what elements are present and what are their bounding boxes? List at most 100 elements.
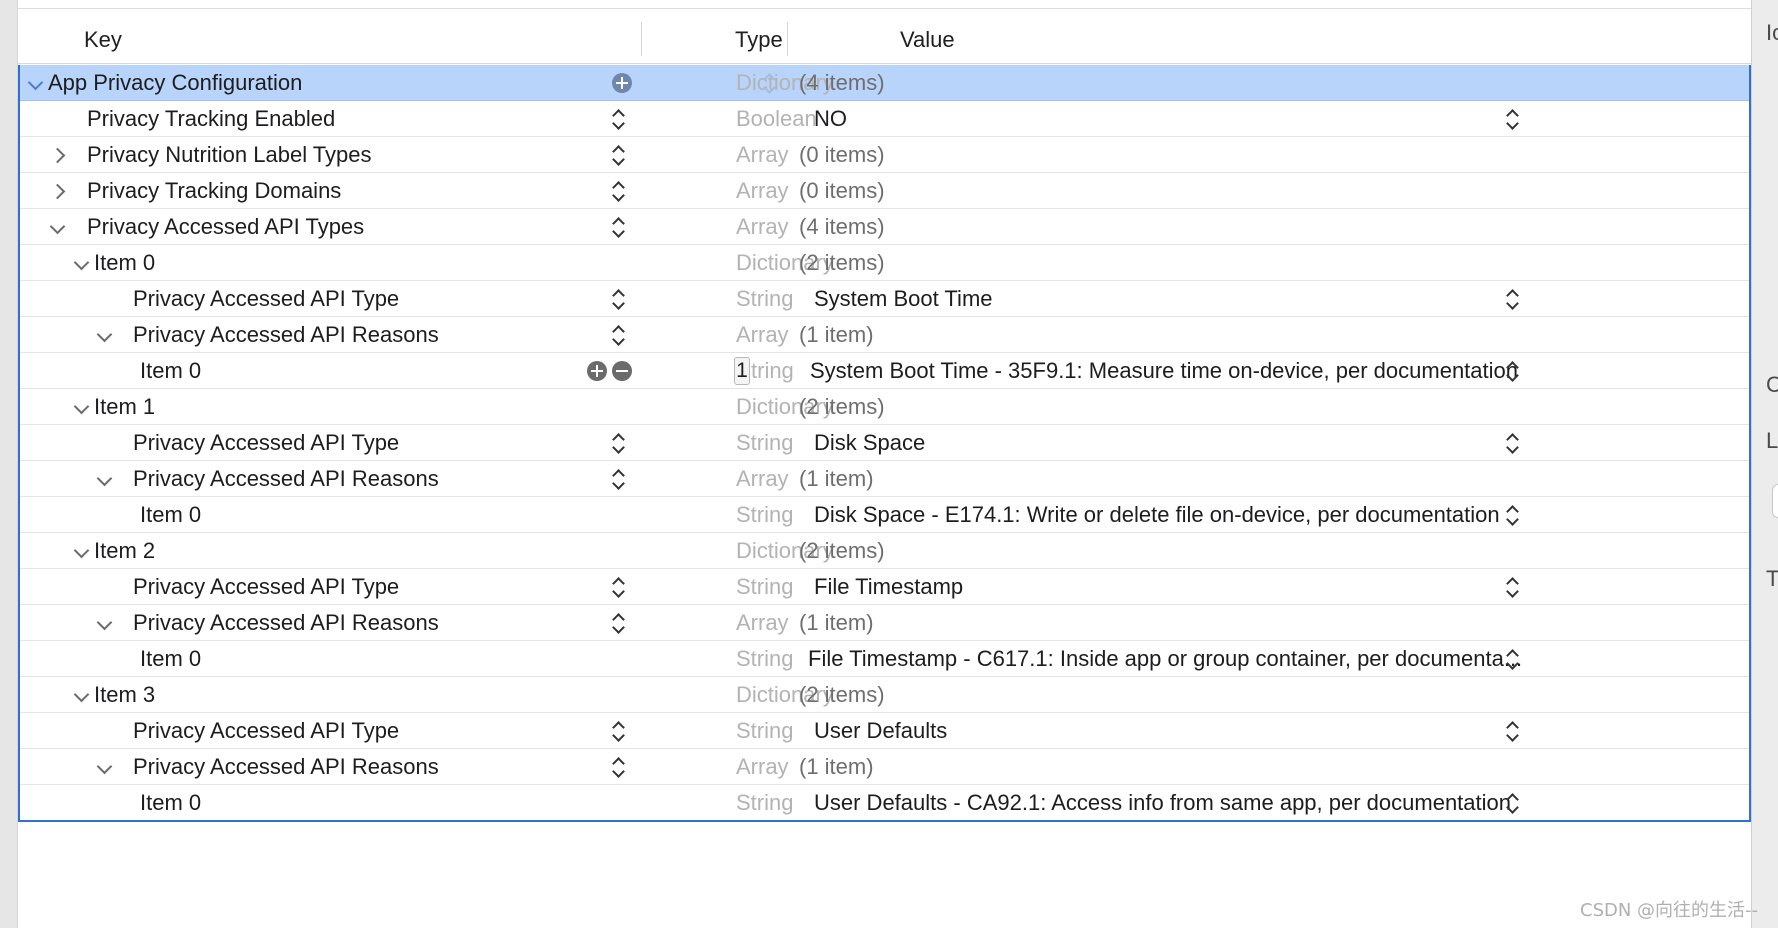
- key-stepper-icon[interactable]: [610, 432, 628, 454]
- type-edit-cursor[interactable]: 1: [734, 357, 750, 385]
- disclosure-chevron-right-icon[interactable]: [50, 137, 70, 173]
- disclosure-chevron-right-icon[interactable]: [50, 173, 70, 209]
- value-stepper-icon[interactable]: [1504, 360, 1522, 382]
- disclosure-chevron-down-icon[interactable]: [95, 461, 115, 497]
- row-type[interactable]: tring: [751, 353, 794, 389]
- row-value: (1 item): [799, 754, 874, 779]
- disclosure-chevron-down-icon[interactable]: [26, 65, 46, 101]
- header-separator[interactable]: [641, 22, 642, 56]
- top-border: [18, 8, 1751, 9]
- row-key: Privacy Tracking Domains: [87, 178, 342, 203]
- inspector-field[interactable]: [1772, 484, 1778, 518]
- table-row[interactable]: Privacy Accessed API Type String User De…: [20, 713, 1749, 749]
- key-stepper-icon[interactable]: [610, 108, 628, 130]
- value-stepper-icon[interactable]: [1504, 720, 1522, 742]
- row-value[interactable]: NO: [814, 101, 847, 137]
- row-type[interactable]: Array: [736, 209, 789, 245]
- row-type[interactable]: Array: [736, 137, 789, 173]
- key-stepper-icon[interactable]: [610, 576, 628, 598]
- row-key: Privacy Nutrition Label Types: [87, 142, 372, 167]
- plist-editor: Key Type Value App Privacy Configuration…: [18, 0, 1751, 928]
- key-stepper-icon[interactable]: [610, 144, 628, 166]
- key-stepper-icon[interactable]: [610, 216, 628, 238]
- header-value[interactable]: Value: [900, 16, 955, 64]
- value-stepper-icon[interactable]: [1504, 108, 1522, 130]
- header-separator[interactable]: [787, 22, 788, 56]
- table-row[interactable]: App Privacy Configuration Dictionary (4 …: [20, 65, 1749, 101]
- disclosure-chevron-down-icon[interactable]: [72, 245, 92, 281]
- inspector-label: T: [1766, 566, 1778, 591]
- table-row[interactable]: Item 0 String File Timestamp - C617.1: I…: [20, 641, 1749, 677]
- disclosure-chevron-down-icon[interactable]: [72, 533, 92, 569]
- disclosure-chevron-down-icon[interactable]: [95, 749, 115, 785]
- row-value[interactable]: System Boot Time - 35F9.1: Measure time …: [810, 353, 1518, 389]
- row-type[interactable]: Boolean: [736, 101, 817, 137]
- table-row[interactable]: Privacy Accessed API Type String System …: [20, 281, 1749, 317]
- disclosure-chevron-down-icon[interactable]: [48, 209, 68, 245]
- table-row[interactable]: Privacy Accessed API Reasons Array (1 it…: [20, 605, 1749, 641]
- row-type[interactable]: Array: [736, 173, 789, 209]
- table-row[interactable]: Privacy Accessed API Reasons Array (1 it…: [20, 461, 1749, 497]
- table-row[interactable]: Privacy Tracking Domains Array (0 items): [20, 173, 1749, 209]
- row-type[interactable]: String: [736, 569, 793, 605]
- table-row[interactable]: Privacy Tracking Enabled Boolean NO: [20, 101, 1749, 137]
- value-stepper-icon[interactable]: [1504, 576, 1522, 598]
- row-type[interactable]: String: [736, 425, 793, 461]
- value-stepper-icon[interactable]: [1504, 792, 1522, 814]
- key-stepper-icon[interactable]: [610, 180, 628, 202]
- row-type[interactable]: String: [736, 785, 793, 821]
- disclosure-chevron-down-icon[interactable]: [95, 317, 115, 353]
- row-key: Item 3: [94, 682, 156, 707]
- add-row-button[interactable]: [587, 361, 607, 381]
- disclosure-chevron-down-icon[interactable]: [72, 677, 92, 713]
- table-row[interactable]: Item 0 String Disk Space - E174.1: Write…: [20, 497, 1749, 533]
- table-row[interactable]: Item 1 Dictionary (2 items): [20, 389, 1749, 425]
- value-stepper-icon[interactable]: [1504, 648, 1522, 670]
- row-value[interactable]: Disk Space - E174.1: Write or delete fil…: [814, 497, 1500, 533]
- table-row[interactable]: Privacy Accessed API Type String File Ti…: [20, 569, 1749, 605]
- row-value[interactable]: File Timestamp - C617.1: Inside app or g…: [808, 641, 1522, 677]
- disclosure-chevron-down-icon[interactable]: [72, 389, 92, 425]
- key-stepper-icon[interactable]: [610, 612, 628, 634]
- row-key: Privacy Tracking Enabled: [87, 106, 336, 131]
- table-row[interactable]: Privacy Accessed API Reasons Array (1 it…: [20, 749, 1749, 785]
- value-stepper-icon[interactable]: [1504, 504, 1522, 526]
- row-type[interactable]: String: [736, 497, 793, 533]
- row-value[interactable]: User Defaults: [814, 713, 947, 749]
- table-row[interactable]: Item 2 Dictionary (2 items): [20, 533, 1749, 569]
- key-stepper-icon[interactable]: [610, 756, 628, 778]
- row-value[interactable]: File Timestamp: [814, 569, 963, 605]
- header-key[interactable]: Key: [84, 16, 122, 64]
- value-stepper-icon[interactable]: [1504, 288, 1522, 310]
- key-stepper-icon[interactable]: [610, 468, 628, 490]
- add-row-button[interactable]: [612, 73, 632, 93]
- key-stepper-icon[interactable]: [610, 324, 628, 346]
- row-type[interactable]: String: [736, 713, 793, 749]
- table-row[interactable]: Item 0 Dictionary (2 items): [20, 245, 1749, 281]
- key-stepper-icon[interactable]: [610, 720, 628, 742]
- key-stepper-icon[interactable]: [610, 288, 628, 310]
- row-value[interactable]: Disk Space: [814, 425, 925, 461]
- property-list-table: App Privacy Configuration Dictionary (4 …: [18, 65, 1751, 822]
- table-row[interactable]: Privacy Nutrition Label Types Array (0 i…: [20, 137, 1749, 173]
- table-row[interactable]: Privacy Accessed API Reasons Array (1 it…: [20, 317, 1749, 353]
- table-row[interactable]: Item 0 String User Defaults - CA92.1: Ac…: [20, 785, 1749, 821]
- value-stepper-icon[interactable]: [1504, 432, 1522, 454]
- table-row[interactable]: Privacy Accessed API Types Array (4 item…: [20, 209, 1749, 245]
- row-type[interactable]: Array: [736, 317, 789, 353]
- table-row[interactable]: Item 3 Dictionary (2 items): [20, 677, 1749, 713]
- table-row[interactable]: Item 0 1 tring System Boot Time - 35F9.1…: [20, 353, 1749, 389]
- row-type[interactable]: String: [736, 641, 793, 677]
- row-value[interactable]: System Boot Time: [814, 281, 993, 317]
- table-row[interactable]: Privacy Accessed API Type String Disk Sp…: [20, 425, 1749, 461]
- row-value[interactable]: User Defaults - CA92.1: Access info from…: [814, 785, 1511, 821]
- type-stepper-icon[interactable]: [761, 72, 779, 94]
- row-type[interactable]: Array: [736, 749, 789, 785]
- row-key: Item 0: [140, 646, 202, 671]
- row-type[interactable]: Array: [736, 605, 789, 641]
- row-type[interactable]: Array: [736, 461, 789, 497]
- header-type[interactable]: Type: [735, 16, 783, 64]
- remove-row-button[interactable]: [612, 361, 632, 381]
- row-type[interactable]: String: [736, 281, 793, 317]
- disclosure-chevron-down-icon[interactable]: [95, 605, 115, 641]
